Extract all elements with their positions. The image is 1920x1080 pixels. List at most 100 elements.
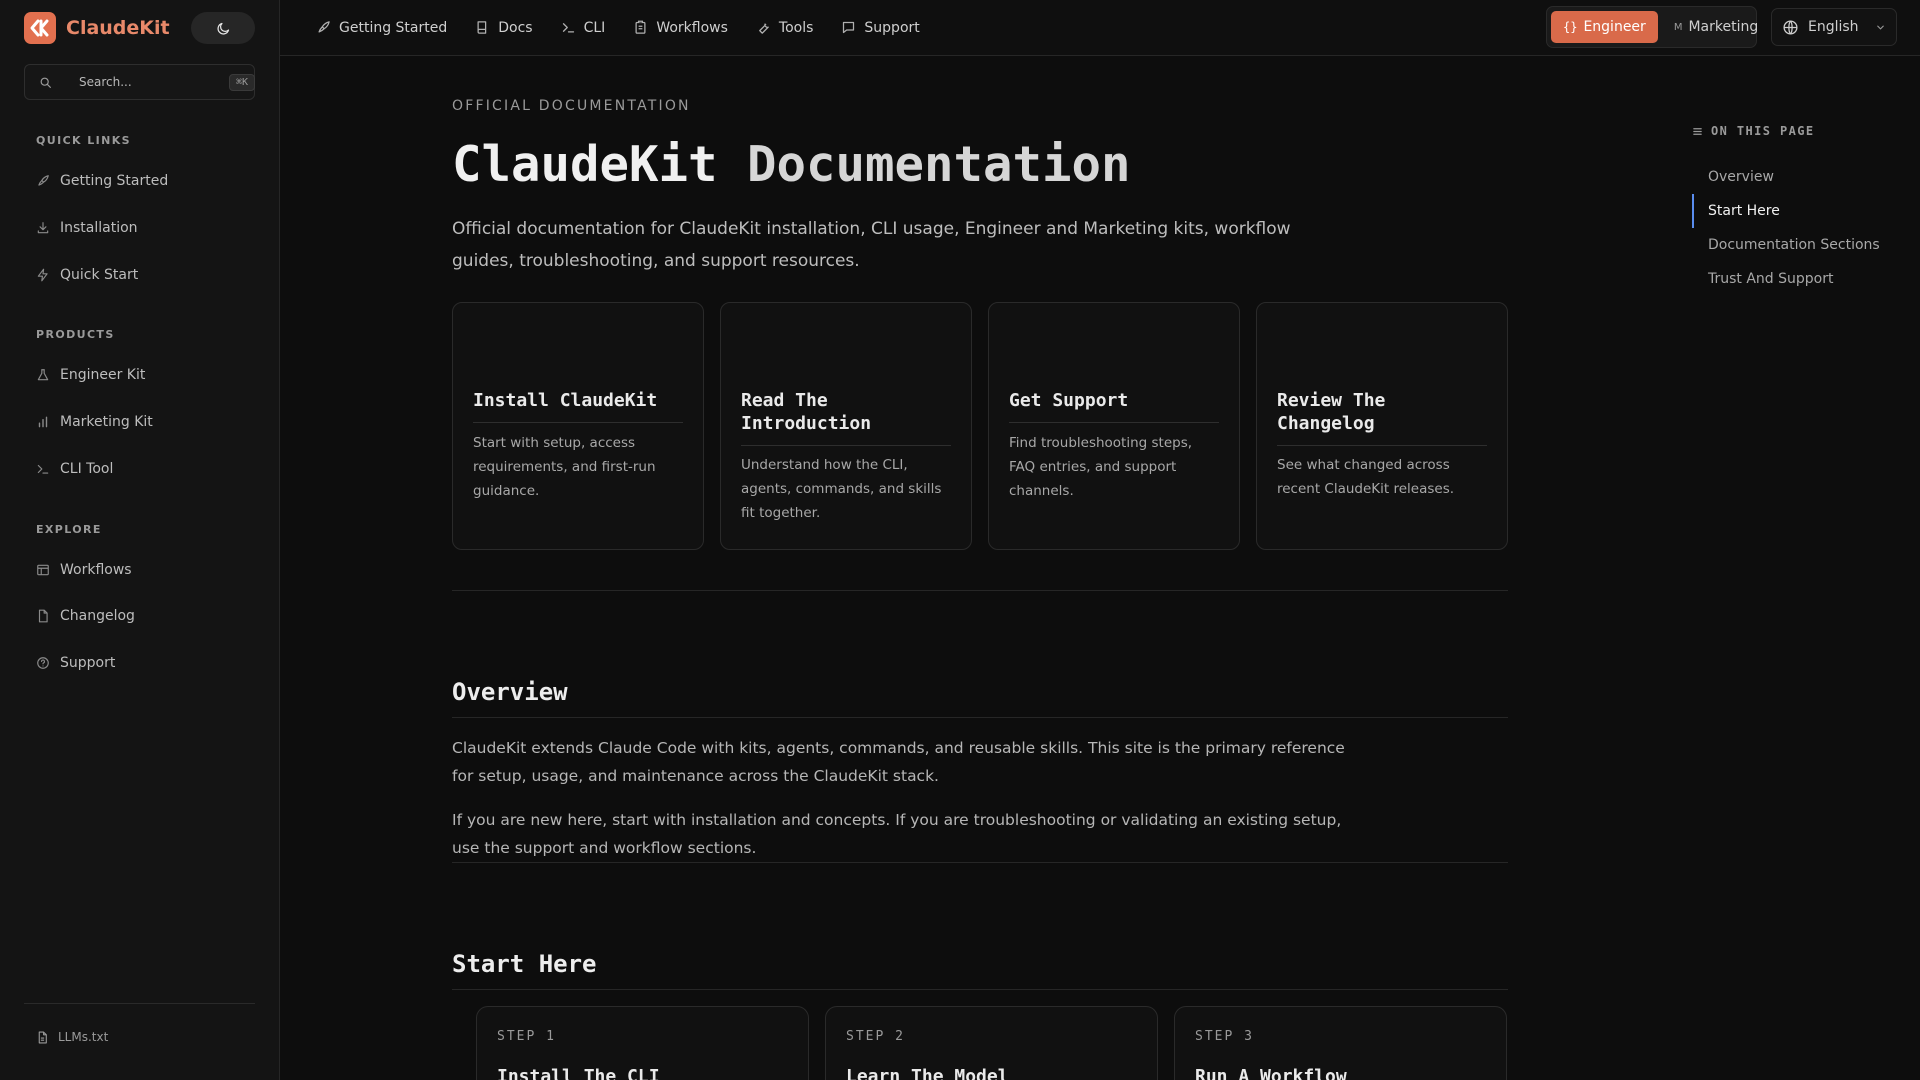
search-shortcut-badge: ⌘K: [229, 73, 256, 91]
step-title: Learn The Model: [846, 1066, 1009, 1080]
start-here-steps: STEP 1 Install The CLI STEP 2 Learn The …: [476, 1006, 1508, 1080]
card-text: Start with setup, access requirements, a…: [473, 435, 656, 499]
step-label: STEP 3: [1195, 1029, 1254, 1044]
language-selector[interactable]: English: [1771, 8, 1897, 46]
card-text: See what changed across recent ClaudeKit…: [1277, 457, 1455, 497]
top-nav-docs[interactable]: Docs: [475, 19, 533, 36]
language-label: English: [1808, 19, 1859, 35]
rocket-icon: [38, 175, 49, 186]
step-card[interactable]: STEP 2 Learn The Model: [825, 1006, 1158, 1080]
toc-item-trust-and-support[interactable]: Trust And Support: [1692, 262, 1912, 296]
step-label: STEP 2: [846, 1029, 905, 1044]
toc-list: Overview Start Here Documentation Sectio…: [1692, 160, 1912, 296]
download-icon: [37, 222, 49, 234]
globe-icon: [1783, 19, 1798, 35]
search-input[interactable]: [39, 75, 229, 89]
llms-txt-link[interactable]: LLMs.txt: [36, 1030, 108, 1044]
book-icon: [477, 21, 487, 34]
sidebar-item-quick-start[interactable]: Quick Start: [36, 265, 138, 285]
toc-item-start-here[interactable]: Start Here: [1692, 194, 1912, 228]
heading-rule: [452, 717, 1508, 718]
card-title: Read The Introduction: [741, 389, 951, 446]
step-title: Install The CLI: [497, 1066, 660, 1080]
clipboard-icon: [635, 20, 646, 34]
toc-item-documentation-sections[interactable]: Documentation Sections: [1692, 228, 1912, 262]
sidebar-item-getting-started[interactable]: Getting Started: [36, 171, 168, 191]
toc-item-overview[interactable]: Overview: [1692, 160, 1912, 194]
top-nav-cli[interactable]: CLI: [561, 19, 606, 36]
terminal-icon: [37, 464, 49, 474]
claudekit-logo-icon: [24, 12, 56, 44]
lightning-icon: [37, 268, 48, 282]
step-label: STEP 1: [497, 1029, 556, 1044]
layout-icon: [37, 564, 49, 576]
sidebar-item-cli-tool[interactable]: CLI Tool: [36, 459, 113, 479]
card-text: Understand how the CLI, agents, commands…: [741, 457, 942, 521]
table-of-contents: ON THIS PAGE Overview Start Here Documen…: [1692, 124, 1912, 296]
sidebar-item-label: Changelog: [60, 608, 135, 624]
sidebar-item-engineer-kit[interactable]: Engineer Kit: [36, 365, 145, 385]
terminal-icon: [562, 23, 574, 33]
top-nav-getting-started[interactable]: Getting Started: [316, 20, 447, 36]
top-nav-workflows[interactable]: Workflows: [633, 20, 728, 36]
sidebar-item-workflows[interactable]: Workflows: [36, 560, 132, 580]
moon-icon: [216, 22, 229, 35]
sidebar-item-label: Getting Started: [60, 173, 169, 189]
code-braces-icon: {}: [1563, 20, 1578, 34]
top-nav-support[interactable]: Support: [841, 19, 920, 36]
sidebar: ClaudeKit ⌘K QUICK LINKS Getting Started…: [0, 0, 280, 1080]
sidebar-item-label: Engineer Kit: [60, 367, 146, 383]
marketing-kit-button[interactable]: M Marketing: [1662, 11, 1770, 43]
kit-switcher: {} Engineer M Marketing: [1546, 6, 1758, 48]
rocket-icon: [318, 21, 330, 33]
step-card[interactable]: STEP 1 Install The CLI: [476, 1006, 809, 1080]
top-nav-label: Workflows: [656, 19, 728, 36]
section-divider: [452, 862, 1508, 863]
search-icon: [40, 77, 51, 88]
message-square-icon: [843, 21, 855, 34]
sidebar-item-installation[interactable]: Installation: [36, 218, 138, 238]
section-divider: [452, 590, 1508, 591]
toc-title: ON THIS PAGE: [1692, 124, 1912, 138]
overview-paragraph-1: ClaudeKit extends Claude Code with kits,…: [452, 739, 1345, 785]
top-navigation-bar: Getting Started Docs CLI Workflows Tools…: [280, 0, 1920, 56]
sidebar-divider: [24, 1003, 255, 1004]
sidebar-item-label: Installation: [60, 220, 138, 236]
card-read-introduction[interactable]: Read The Introduction Understand how the…: [720, 302, 972, 550]
bar-chart-icon: [38, 416, 48, 428]
card-review-changelog[interactable]: Review The Changelog See what changed ac…: [1256, 302, 1508, 550]
main-content: OFFICIAL DOCUMENTATION ClaudeKit Documen…: [452, 56, 1508, 1080]
card-text: Find troubleshooting steps, FAQ entries,…: [1009, 435, 1193, 499]
sidebar-item-label: CLI Tool: [60, 461, 114, 477]
sidebar-item-label: Marketing Kit: [60, 414, 153, 430]
page-title-part1: ClaudeKit: [452, 136, 718, 193]
list-icon: [1693, 127, 1702, 135]
engineer-kit-button[interactable]: {} Engineer: [1551, 11, 1658, 43]
sidebar-item-support[interactable]: Support: [36, 653, 115, 673]
theme-toggle-button[interactable]: [191, 12, 255, 44]
file-icon: [38, 609, 48, 623]
card-title: Get Support: [1009, 389, 1219, 423]
page-lead: Official documentation for ClaudeKit ins…: [452, 219, 1291, 271]
card-get-support[interactable]: Get Support Find troubleshooting steps, …: [988, 302, 1240, 550]
wrench-icon: [759, 23, 769, 34]
engineer-kit-label: Engineer: [1583, 19, 1646, 35]
search-box[interactable]: ⌘K: [24, 64, 256, 100]
sidebar-item-label: Workflows: [60, 562, 132, 578]
top-nav-label: Docs: [498, 19, 533, 36]
sidebar-item-label: Quick Start: [60, 267, 139, 283]
card-install-claudekit[interactable]: Install ClaudeKit Start with setup, acce…: [452, 302, 704, 550]
toc-title-label: ON THIS PAGE: [1711, 124, 1815, 138]
sidebar-item-marketing-kit[interactable]: Marketing Kit: [36, 412, 153, 432]
top-nav-tools[interactable]: Tools: [756, 20, 813, 36]
top-nav-label: CLI: [583, 19, 606, 36]
page-title: ClaudeKit Documentation: [452, 136, 1131, 193]
flask-icon: [37, 369, 49, 381]
sidebar-section-title: QUICK LINKS: [36, 134, 131, 147]
sidebar-item-changelog[interactable]: Changelog: [36, 606, 135, 626]
step-card[interactable]: STEP 3 Run A Workflow: [1174, 1006, 1507, 1080]
heading-rule: [452, 989, 1508, 990]
brand[interactable]: ClaudeKit: [24, 12, 170, 44]
chevron-down-icon: [1877, 25, 1884, 30]
top-nav-label: Support: [864, 19, 920, 36]
